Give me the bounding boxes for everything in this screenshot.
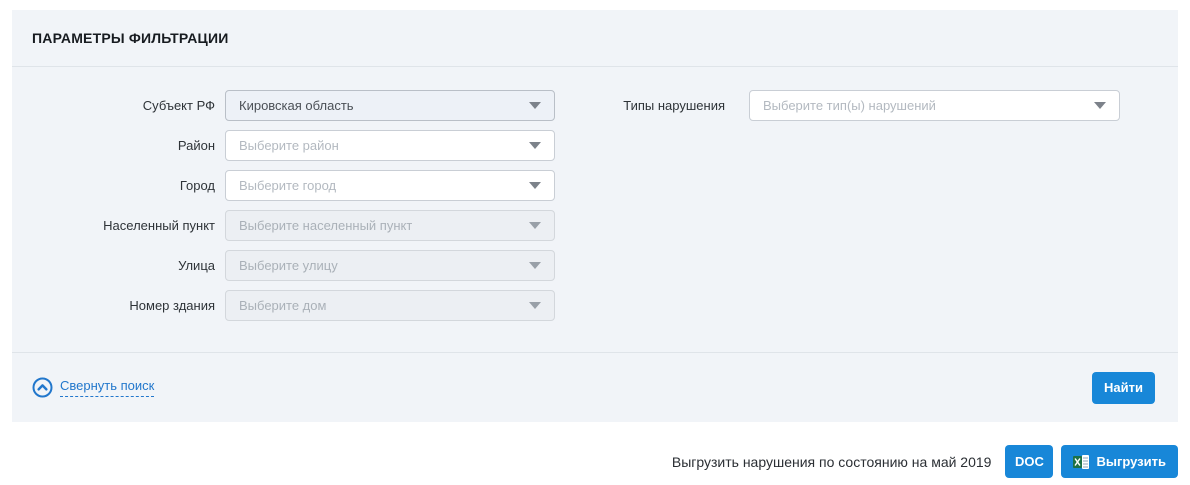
chevron-down-icon (529, 142, 541, 149)
city-label: Город (12, 178, 225, 193)
export-bar: Выгрузить нарушения по состоянию на май … (672, 445, 1178, 478)
street-select-placeholder: Выберите улицу (239, 258, 338, 273)
violation-types-label: Типы нарушения (612, 98, 725, 113)
district-select-placeholder: Выберите район (239, 138, 339, 153)
violation-types-select-placeholder: Выберите тип(ы) нарушений (763, 98, 936, 113)
field-row-city: Город Выберите город (12, 170, 1178, 201)
district-label: Район (12, 138, 225, 153)
find-button[interactable]: Найти (1092, 372, 1155, 404)
settlement-label: Населенный пункт (12, 218, 225, 233)
field-row-district: Район Выберите район (12, 130, 1178, 161)
field-row-settlement: Населенный пункт Выберите населенный пун… (12, 210, 1178, 241)
doc-button[interactable]: DOC (1005, 445, 1053, 478)
building-select-placeholder: Выберите дом (239, 298, 326, 313)
chevron-down-icon (529, 182, 541, 189)
settlement-select-placeholder: Выберите населенный пункт (239, 218, 412, 233)
chevron-up-circle-icon (32, 377, 53, 398)
subject-label: Субъект РФ (12, 98, 225, 113)
street-select[interactable]: Выберите улицу (225, 250, 555, 281)
panel-footer: Свернуть поиск Найти (12, 352, 1178, 422)
collapse-search-link[interactable]: Свернуть поиск (32, 377, 154, 398)
chevron-down-icon (529, 302, 541, 309)
city-select-placeholder: Выберите город (239, 178, 336, 193)
export-button[interactable]: Выгрузить (1061, 445, 1178, 478)
subject-select-value: Кировская область (239, 98, 354, 113)
panel-body: Субъект РФ Кировская область Район Выбер… (12, 67, 1178, 321)
panel-title: ПАРАМЕТРЫ ФИЛЬТРАЦИИ (32, 30, 228, 46)
panel-header: ПАРАМЕТРЫ ФИЛЬТРАЦИИ (12, 10, 1178, 67)
field-row-street: Улица Выберите улицу (12, 250, 1178, 281)
chevron-down-icon (1094, 102, 1106, 109)
violation-types-select[interactable]: Выберите тип(ы) нарушений (749, 90, 1120, 121)
building-label: Номер здания (12, 298, 225, 313)
subject-select[interactable]: Кировская область (225, 90, 555, 121)
street-label: Улица (12, 258, 225, 273)
field-row-violation-types: Типы нарушения Выберите тип(ы) нарушений (612, 90, 1120, 121)
settlement-select[interactable]: Выберите населенный пункт (225, 210, 555, 241)
district-select[interactable]: Выберите район (225, 130, 555, 161)
chevron-down-icon (529, 102, 541, 109)
chevron-down-icon (529, 222, 541, 229)
building-select[interactable]: Выберите дом (225, 290, 555, 321)
chevron-down-icon (529, 262, 541, 269)
field-row-building: Номер здания Выберите дом (12, 290, 1178, 321)
city-select[interactable]: Выберите город (225, 170, 555, 201)
export-button-label: Выгрузить (1096, 454, 1166, 469)
export-caption: Выгрузить нарушения по состоянию на май … (672, 454, 992, 470)
filter-panel: ПАРАМЕТРЫ ФИЛЬТРАЦИИ Субъект РФ Кировска… (12, 10, 1178, 422)
collapse-search-label: Свернуть поиск (60, 378, 154, 397)
excel-icon (1073, 454, 1090, 470)
